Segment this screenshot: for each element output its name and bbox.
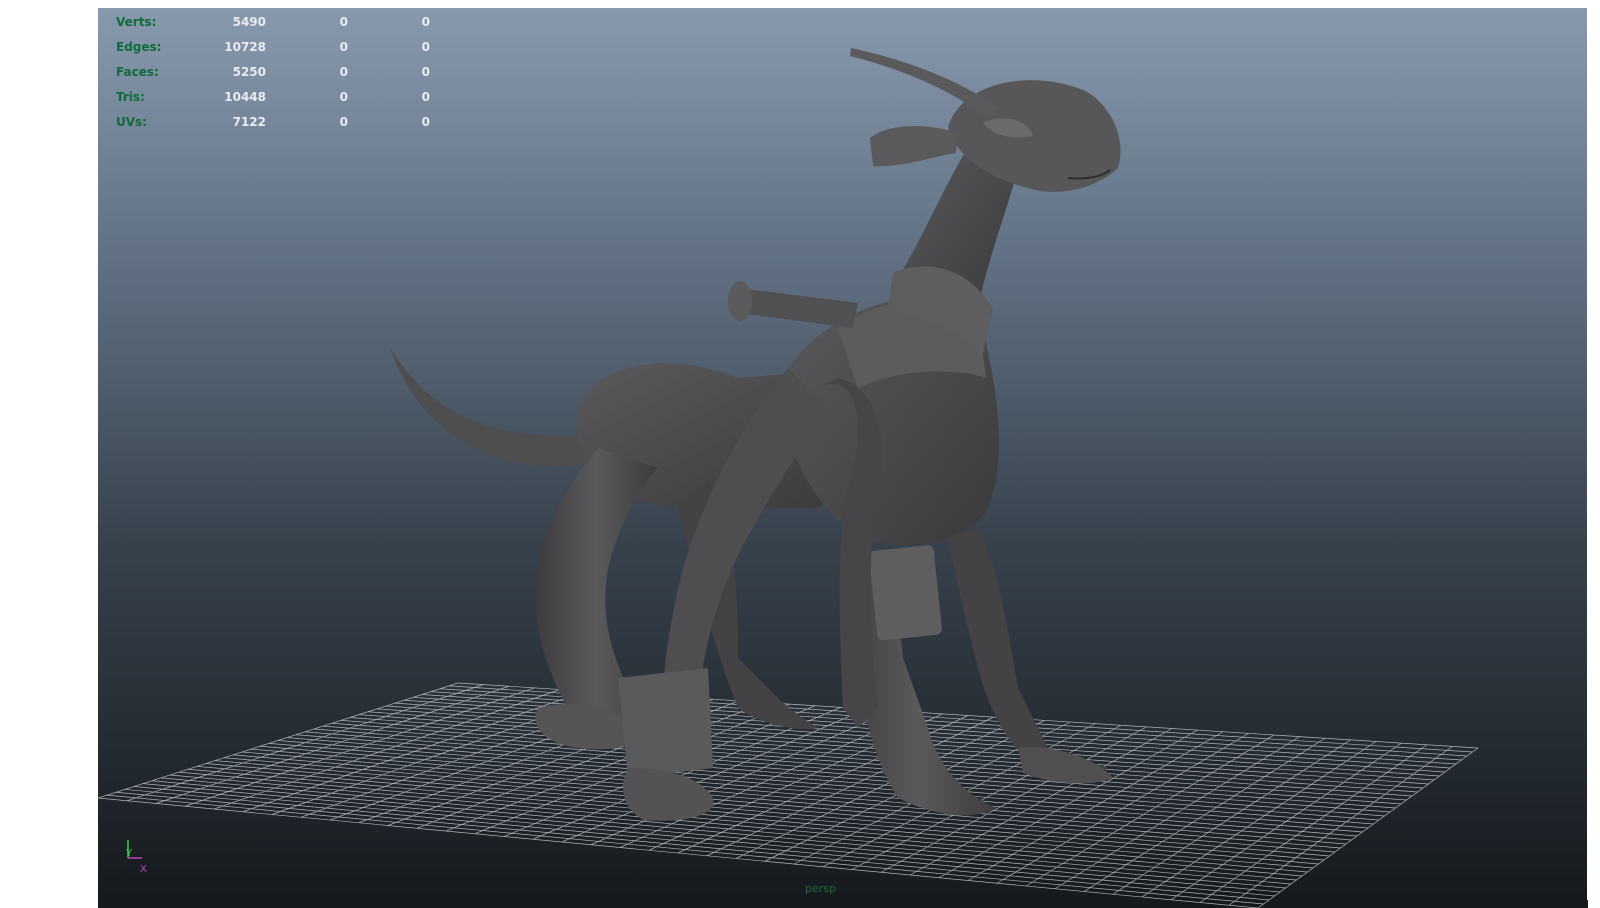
grid-line [1257,747,1479,908]
grid-line [1199,744,1428,903]
camera-label: persp [805,882,836,895]
grid-line [1228,746,1453,906]
page-margin-right [1587,0,1600,900]
axis-x-label: X [140,864,147,875]
grid-line [1112,739,1351,895]
grid-line [1141,741,1377,898]
axis-y-label: Y [126,848,133,859]
scene-render [98,48,1479,908]
grid-line [1170,742,1402,901]
3d-viewport[interactable]: Verts: 5490 0 0 Edges: 10728 0 0 Faces: … [98,8,1588,908]
creature-model [390,48,1121,821]
